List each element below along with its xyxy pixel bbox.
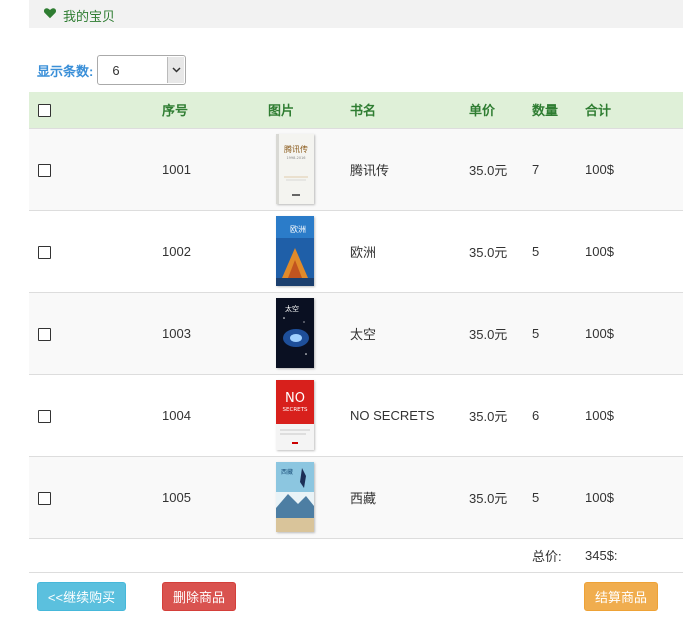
row-price: 35.0元 [469,373,532,456]
table-header-row: 序号 图片 书名 单价 数量 合计 [29,92,683,128]
row-subtotal: 100$ [585,455,683,538]
row-name: 欧洲 [350,209,469,292]
section-title: 我的宝贝 [63,9,116,24]
row-quantity: 5 [532,455,585,538]
page-size-control: 显示条数: 6 [37,55,187,85]
book-cover-image: 西藏 [276,462,314,532]
row-id: 1001 [162,127,268,210]
row-checkbox[interactable] [38,491,51,505]
row-price: 35.0元 [469,291,532,374]
row-checkbox[interactable] [38,245,51,259]
table-row: 1003 太空 太空 35.0元 5 100$ [29,291,683,374]
row-id: 1005 [162,455,268,538]
column-header-subtotal: 合计 [585,92,683,128]
cover-subtitle: SECRETS [283,407,308,413]
row-id: 1002 [162,209,268,292]
delete-items-button[interactable]: 删除商品 [162,582,236,611]
column-header-price: 单价 [469,92,532,128]
total-value: 345$: [585,537,683,573]
row-subtotal: 100$ [585,209,683,292]
cover-title: 西藏 [281,468,293,476]
page-size-label: 显示条数: [37,63,94,79]
book-cover-image: 腾讯传 1998-2016 [276,134,314,204]
row-price: 35.0元 [469,455,532,538]
column-header-name: 书名 [350,92,469,128]
total-row: 总价: 345$: [29,537,683,573]
column-header-image: 图片 [268,92,350,128]
row-id: 1004 [162,373,268,456]
row-quantity: 5 [532,209,585,292]
book-cover-image: NO SECRETS [276,380,314,450]
cover-subtitle: 1998-2016 [286,156,305,160]
row-subtotal: 100$ [585,127,683,210]
row-price: 35.0元 [469,127,532,210]
total-label: 总价: [532,537,585,573]
section-header: 我的宝贝 [29,0,683,28]
page-size-value: 6 [112,63,120,78]
cover-title: 欧洲 [290,224,306,234]
select-all-checkbox[interactable] [38,104,51,118]
checkout-button[interactable]: 结算商品 [584,582,658,611]
row-checkbox[interactable] [38,327,51,341]
row-subtotal: 100$ [585,291,683,374]
book-cover-image: 太空 [276,298,314,368]
row-name: 西藏 [350,455,469,538]
row-checkbox[interactable] [38,409,51,423]
chevron-down-icon[interactable] [167,57,185,83]
cover-title: 腾讯传 [284,144,308,154]
table-row: 1001 腾讯传 1998-2016 腾讯传 35.0元 7 100$ [29,127,683,210]
column-header-quantity: 数量 [532,92,585,128]
column-header-id: 序号 [162,92,268,128]
heart-icon [43,8,57,19]
cart-table: 序号 图片 书名 单价 数量 合计 1001 腾讯传 1998-2016 腾讯传… [29,92,683,573]
row-id: 1003 [162,291,268,374]
row-quantity: 6 [532,373,585,456]
row-name: 腾讯传 [350,127,469,210]
cover-title: 太空 [285,304,299,313]
table-row: 1004 NO SECRETS NO SECRETS 35.0元 6 100$ [29,373,683,456]
cover-title: NO [285,391,305,406]
table-row: 1005 西藏 西藏 35.0元 5 100$ [29,455,683,538]
row-checkbox[interactable] [38,163,51,177]
table-row: 1002 欧洲 欧洲 35.0元 5 100$ [29,209,683,292]
row-subtotal: 100$ [585,373,683,456]
continue-shopping-button[interactable]: <<继续购买 [37,582,126,611]
page-size-select[interactable]: 6 [97,55,187,85]
row-name: 太空 [350,291,469,374]
row-quantity: 5 [532,291,585,374]
row-price: 35.0元 [469,209,532,292]
row-quantity: 7 [532,127,585,210]
row-name: NO SECRETS [350,373,469,456]
book-cover-image: 欧洲 [276,216,314,286]
